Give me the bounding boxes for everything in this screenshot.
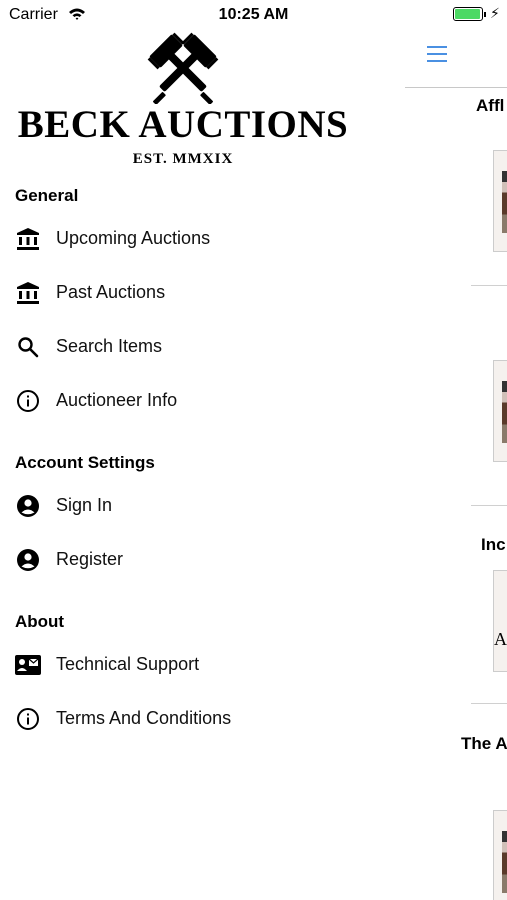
side-drawer: BECK AUCTIONS EST. MMXIX General Upcomin…	[0, 30, 405, 900]
list-divider	[471, 505, 507, 506]
info-icon	[15, 706, 41, 732]
menu-item-technical-support[interactable]: Technical Support	[0, 640, 405, 690]
auction-item-title[interactable]: Inc	[481, 535, 506, 555]
auction-item-title[interactable]: Affl	[476, 96, 504, 116]
account-circle-icon	[15, 493, 41, 519]
hamburger-icon[interactable]	[427, 46, 447, 64]
menu-item-label: Terms And Conditions	[56, 708, 232, 728]
menu-item-label: Past Auctions	[56, 282, 166, 302]
bank-icon	[15, 280, 41, 306]
brand-subtitle: EST. MMXIX	[132, 151, 234, 167]
status-bar: Carrier 10:25 AM ⚡︎	[0, 0, 507, 30]
info-icon	[15, 388, 41, 414]
charging-bolt-icon: ⚡︎	[490, 5, 500, 21]
menu-item-sign-in[interactable]: Sign In	[0, 481, 405, 531]
menu-item-label: Upcoming Auctions	[56, 228, 211, 248]
menu-item-label: Search Items	[56, 336, 163, 356]
auction-item-thumbnail[interactable]	[493, 810, 507, 900]
menu-item-auctioneer-info[interactable]: Auctioneer Info	[0, 376, 405, 426]
menu-item-label: Sign In	[56, 495, 113, 515]
menu-item-search-items[interactable]: Search Items	[0, 322, 405, 372]
menu-item-past-auctions[interactable]: Past Auctions	[0, 268, 405, 318]
menu-item-label: Register	[56, 549, 124, 569]
auction-item-thumbnail[interactable]	[493, 150, 507, 252]
section-header-about: About	[15, 612, 65, 631]
menu-item-register[interactable]: Register	[0, 535, 405, 585]
section-header-general: General	[15, 186, 79, 205]
status-time: 10:25 AM	[218, 6, 289, 23]
battery-level	[455, 9, 480, 19]
list-divider	[471, 703, 507, 704]
auction-item-title[interactable]: The A	[461, 734, 507, 754]
account-circle-icon	[15, 547, 41, 573]
battery-cap	[484, 12, 486, 17]
search-icon	[15, 334, 41, 360]
menu-item-upcoming-auctions[interactable]: Upcoming Auctions	[0, 214, 405, 264]
auction-item-thumbnail[interactable]: A	[493, 570, 507, 672]
crossed-gavels-icon	[142, 32, 224, 105]
thumbnail-letter: A	[494, 629, 507, 649]
auction-list-background: Affl Inc A The A	[405, 30, 507, 900]
menu-item-terms-and-conditions[interactable]: Terms And Conditions	[0, 694, 405, 744]
auction-item-thumbnail[interactable]	[493, 360, 507, 462]
bank-icon	[15, 226, 41, 252]
menu-item-label: Auctioneer Info	[56, 390, 178, 410]
list-divider	[471, 285, 507, 286]
nav-bar-divider	[405, 87, 507, 88]
battery-icon	[453, 7, 483, 21]
section-header-account-settings: Account Settings	[15, 453, 155, 472]
brand-name: BECK AUCTIONS	[17, 103, 349, 146]
menu-item-label: Technical Support	[56, 654, 200, 674]
contact-card-icon	[15, 652, 41, 678]
